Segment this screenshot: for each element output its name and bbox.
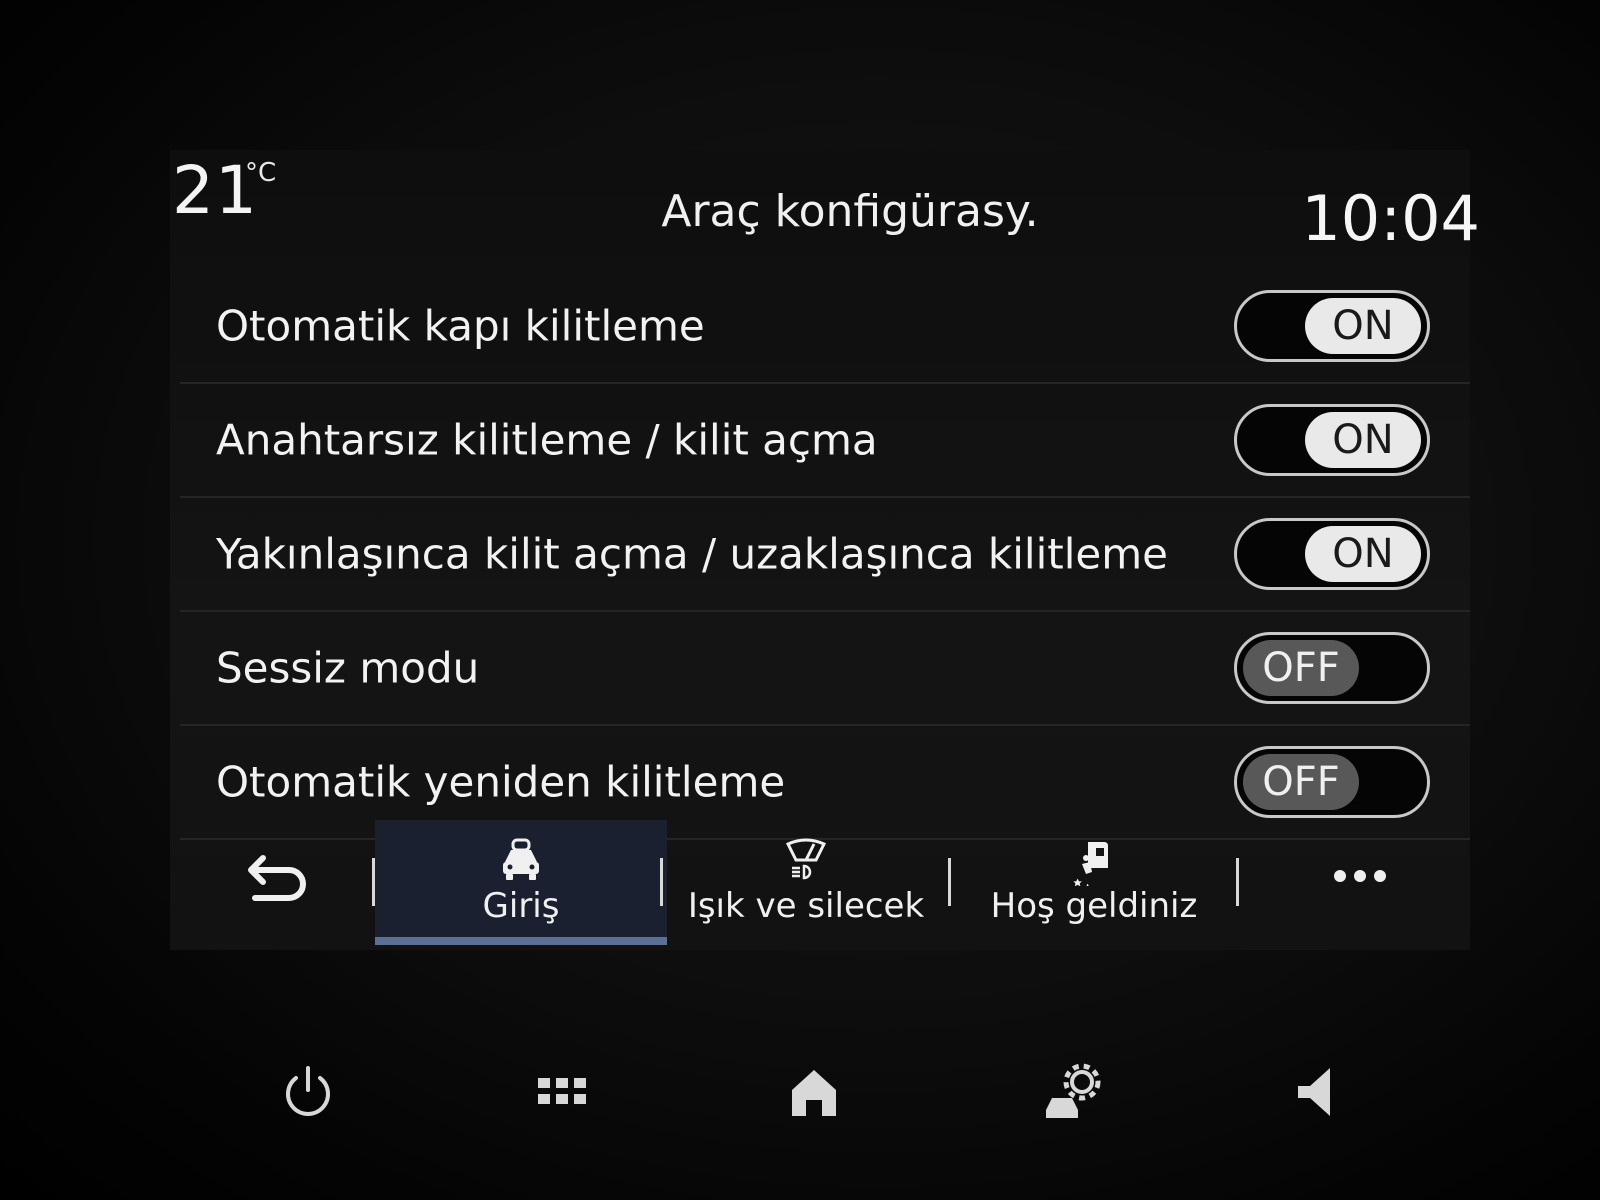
light-wiper-icon bbox=[785, 838, 827, 880]
auto-door-lock-toggle[interactable]: ON bbox=[1234, 290, 1430, 362]
tab-bar: Giriş Işık ve silecek Hoş geldiniz bbox=[170, 820, 1470, 945]
tab-label: Giriş bbox=[482, 886, 560, 926]
setting-label: Otomatik yeniden kilitleme bbox=[216, 757, 786, 807]
toggle-state: OFF bbox=[1243, 640, 1359, 696]
volume-button[interactable] bbox=[1290, 1060, 1354, 1124]
power-icon bbox=[286, 1066, 330, 1116]
back-arrow-icon bbox=[248, 855, 306, 901]
more-button[interactable] bbox=[1330, 868, 1390, 884]
toggle-state: OFF bbox=[1243, 754, 1359, 810]
setting-label: Anahtarsız kilitleme / kilit açma bbox=[216, 415, 878, 465]
clock: 10:04 bbox=[1301, 182, 1480, 255]
setting-label: Sessiz modu bbox=[216, 643, 480, 693]
power-button[interactable] bbox=[276, 1060, 340, 1124]
car-lock-icon bbox=[503, 838, 539, 880]
toggle-state: ON bbox=[1305, 412, 1421, 468]
tab-label: Hoş geldiniz bbox=[990, 886, 1198, 926]
setting-label: Otomatik kapı kilitleme bbox=[216, 301, 705, 351]
tab-separator bbox=[1236, 858, 1239, 906]
vehicle-settings-icon bbox=[1046, 1063, 1101, 1118]
system-bar bbox=[170, 1040, 1470, 1150]
tab-welcome[interactable]: Hoş geldiniz bbox=[948, 820, 1240, 945]
toggle-state: ON bbox=[1305, 526, 1421, 582]
tab-light-wiper[interactable]: Işık ve silecek bbox=[660, 820, 952, 945]
auto-relock-toggle[interactable]: OFF bbox=[1234, 746, 1430, 818]
setting-row-auto-door-lock[interactable]: Otomatik kapı kilitleme ON bbox=[180, 270, 1470, 384]
home-icon bbox=[792, 1070, 836, 1116]
settings-list: Otomatik kapı kilitleme ON Anahtarsız ki… bbox=[180, 270, 1470, 840]
setting-row-proximity-unlock[interactable]: Yakınlaşınca kilit açma / uzaklaşınca ki… bbox=[180, 498, 1470, 612]
apps-grid-icon bbox=[538, 1078, 586, 1104]
vehicle-settings-button[interactable] bbox=[1042, 1060, 1106, 1124]
setting-row-silent-mode[interactable]: Sessiz modu OFF bbox=[180, 612, 1470, 726]
proximity-unlock-toggle[interactable]: ON bbox=[1234, 518, 1430, 590]
back-button[interactable] bbox=[245, 850, 315, 910]
apps-button[interactable] bbox=[530, 1060, 594, 1124]
toggle-state: ON bbox=[1305, 298, 1421, 354]
volume-icon bbox=[1298, 1068, 1330, 1116]
temperature-unit: °C bbox=[245, 158, 277, 188]
setting-label: Yakınlaşınca kilit açma / uzaklaşınca ki… bbox=[216, 529, 1168, 579]
welcome-icon bbox=[1073, 842, 1108, 886]
tab-entry[interactable]: Giriş bbox=[375, 820, 667, 945]
tab-label: Işık ve silecek bbox=[687, 886, 925, 926]
page-title: Araç konfigürasy. bbox=[661, 186, 1039, 237]
silent-mode-toggle[interactable]: OFF bbox=[1234, 632, 1430, 704]
setting-row-keyless-lock[interactable]: Anahtarsız kilitleme / kilit açma ON bbox=[180, 384, 1470, 498]
keyless-lock-toggle[interactable]: ON bbox=[1234, 404, 1430, 476]
more-dots-icon bbox=[1334, 870, 1386, 882]
home-button[interactable] bbox=[782, 1060, 846, 1124]
